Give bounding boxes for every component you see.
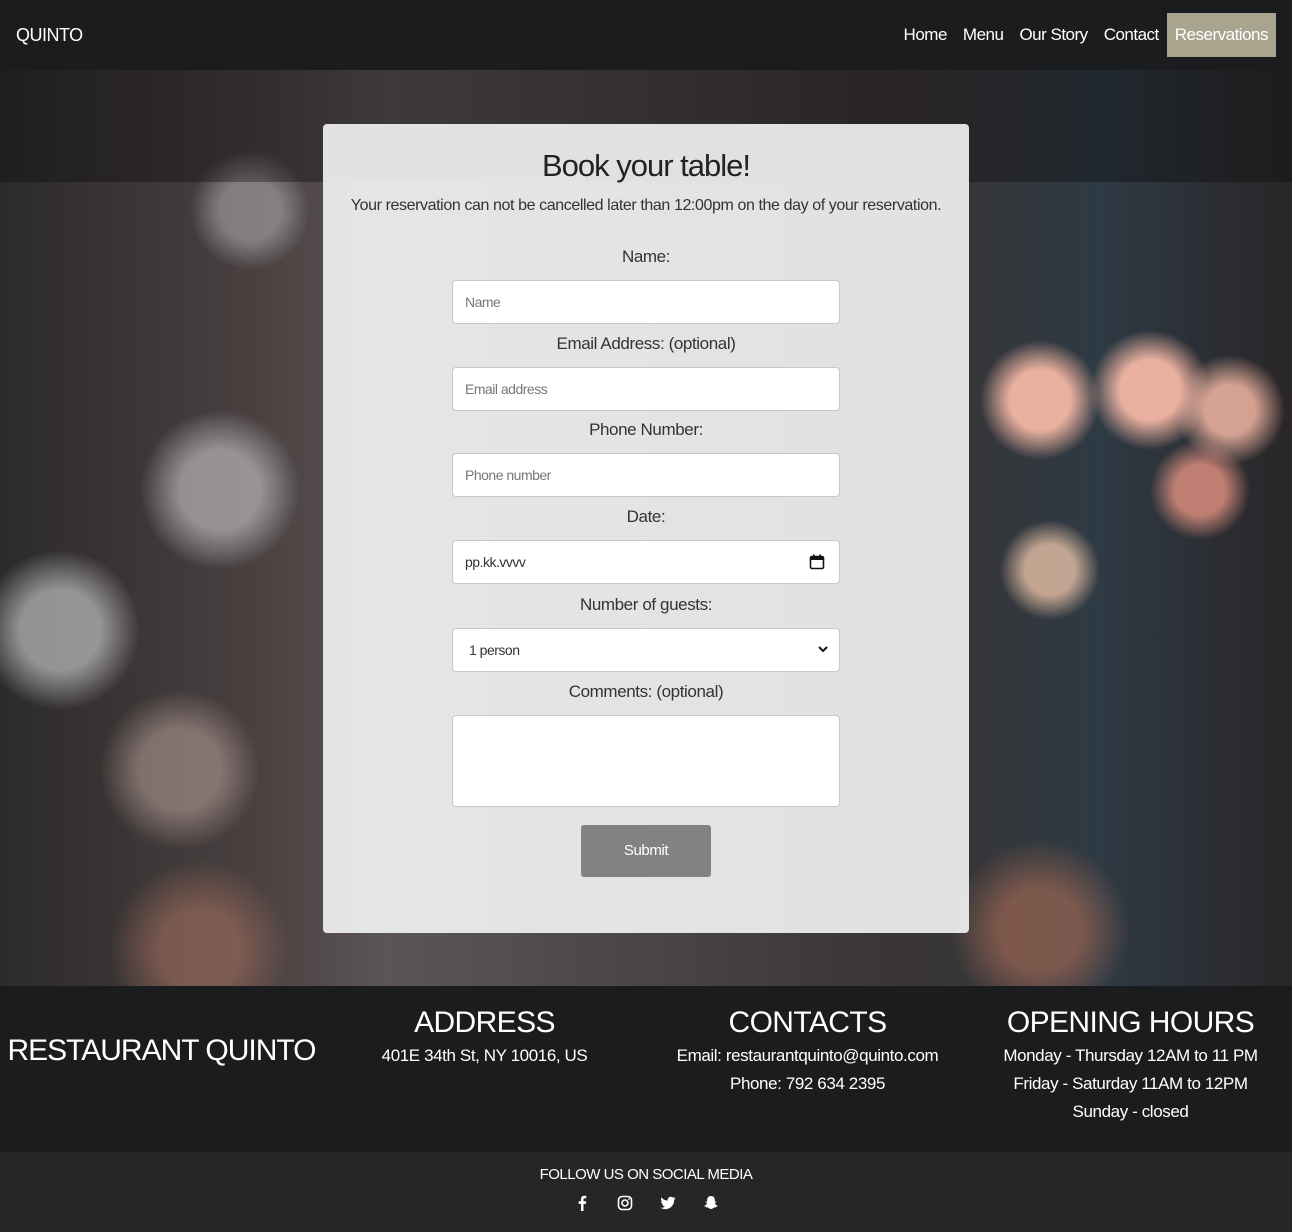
nav-our-story[interactable]: Our Story: [1011, 14, 1095, 56]
date-input[interactable]: pp.kk.vvvv: [452, 540, 840, 584]
footer-contacts: CONTACTS Email: restaurantquinto@quinto.…: [646, 1006, 969, 1098]
email-placeholder: Email address: [465, 381, 548, 397]
brand-logo[interactable]: QUINTO: [16, 25, 83, 46]
date-value: pp.kk.vvvv: [465, 554, 526, 570]
phone-label: Phone Number:: [589, 420, 703, 439]
name-placeholder: Name: [465, 294, 501, 310]
navbar: QUINTO Home Menu Our Story Contact Reser…: [0, 0, 1292, 70]
guests-select[interactable]: 1 person: [452, 628, 840, 672]
phone-placeholder: Phone number: [465, 467, 551, 483]
facebook-icon[interactable]: [574, 1195, 590, 1211]
address-text: 401E 34th St, NY 10016, US: [381, 1046, 588, 1065]
comments-label: Comments: (optional): [568, 682, 724, 701]
contacts-heading: CONTACTS: [728, 1006, 888, 1039]
nav-contact[interactable]: Contact: [1096, 14, 1167, 56]
hours-line: Sunday - closed: [1072, 1102, 1189, 1121]
nav-home[interactable]: Home: [896, 14, 955, 56]
comments-textarea[interactable]: [452, 715, 840, 807]
contact-email[interactable]: Email: restaurantquinto@quinto.com: [646, 1042, 969, 1070]
nav-menu[interactable]: Menu: [955, 14, 1012, 56]
email-input[interactable]: Email address: [452, 367, 840, 411]
hero-background: Book your table! Your reservation can no…: [0, 70, 1292, 986]
hours-heading: OPENING HOURS: [1006, 1006, 1255, 1039]
footer-hours: OPENING HOURS Monday - Thursday 12AM to …: [969, 1006, 1292, 1126]
social-bar: FOLLOW US ON SOCIAL MEDIA: [0, 1152, 1292, 1232]
name-label: Name:: [621, 247, 671, 266]
name-input[interactable]: Name: [452, 280, 840, 324]
nav-reservations[interactable]: Reservations: [1166, 13, 1276, 57]
guests-group: Number of guests:: [323, 595, 969, 615]
phone-group: Phone Number:: [323, 420, 969, 440]
email-label: Email Address: (optional): [556, 334, 736, 353]
comments-group: Comments: (optional): [323, 682, 969, 702]
footer-brand: RESTAURANT QUINTO: [7, 1034, 316, 1067]
social-title: FOLLOW US ON SOCIAL MEDIA: [539, 1166, 753, 1183]
phone-input[interactable]: Phone number: [452, 453, 840, 497]
date-group: Date:: [323, 507, 969, 527]
reservation-form: Book your table! Your reservation can no…: [323, 124, 969, 933]
address-heading: ADDRESS: [414, 1006, 555, 1039]
date-label: Date:: [626, 507, 666, 526]
contact-phone[interactable]: Phone: 792 634 2395: [646, 1070, 969, 1098]
nav-links: Home Menu Our Story Contact Reservations: [896, 13, 1276, 57]
instagram-icon[interactable]: [617, 1195, 633, 1211]
name-group: Name:: [323, 247, 969, 267]
guests-label: Number of guests:: [579, 595, 713, 614]
snapchat-icon[interactable]: [703, 1195, 719, 1211]
guests-value: 1 person: [469, 642, 520, 658]
hours-line: Monday - Thursday 12AM to 11 PM: [1003, 1046, 1258, 1065]
calendar-icon[interactable]: [809, 554, 825, 570]
twitter-icon[interactable]: [660, 1195, 676, 1211]
email-group: Email Address: (optional): [323, 334, 969, 354]
chevron-down-icon: [818, 646, 828, 653]
form-subtitle: Your reservation can not be cancelled la…: [350, 197, 942, 214]
form-title: Book your table!: [541, 148, 751, 183]
footer: RESTAURANT QUINTO ADDRESS 401E 34th St, …: [0, 986, 1292, 1152]
footer-address: ADDRESS 401E 34th St, NY 10016, US: [323, 1006, 646, 1070]
submit-button[interactable]: Submit: [581, 825, 711, 877]
hours-line: Friday - Saturday 11AM to 12PM: [1013, 1074, 1248, 1093]
social-icons: [0, 1195, 1292, 1211]
